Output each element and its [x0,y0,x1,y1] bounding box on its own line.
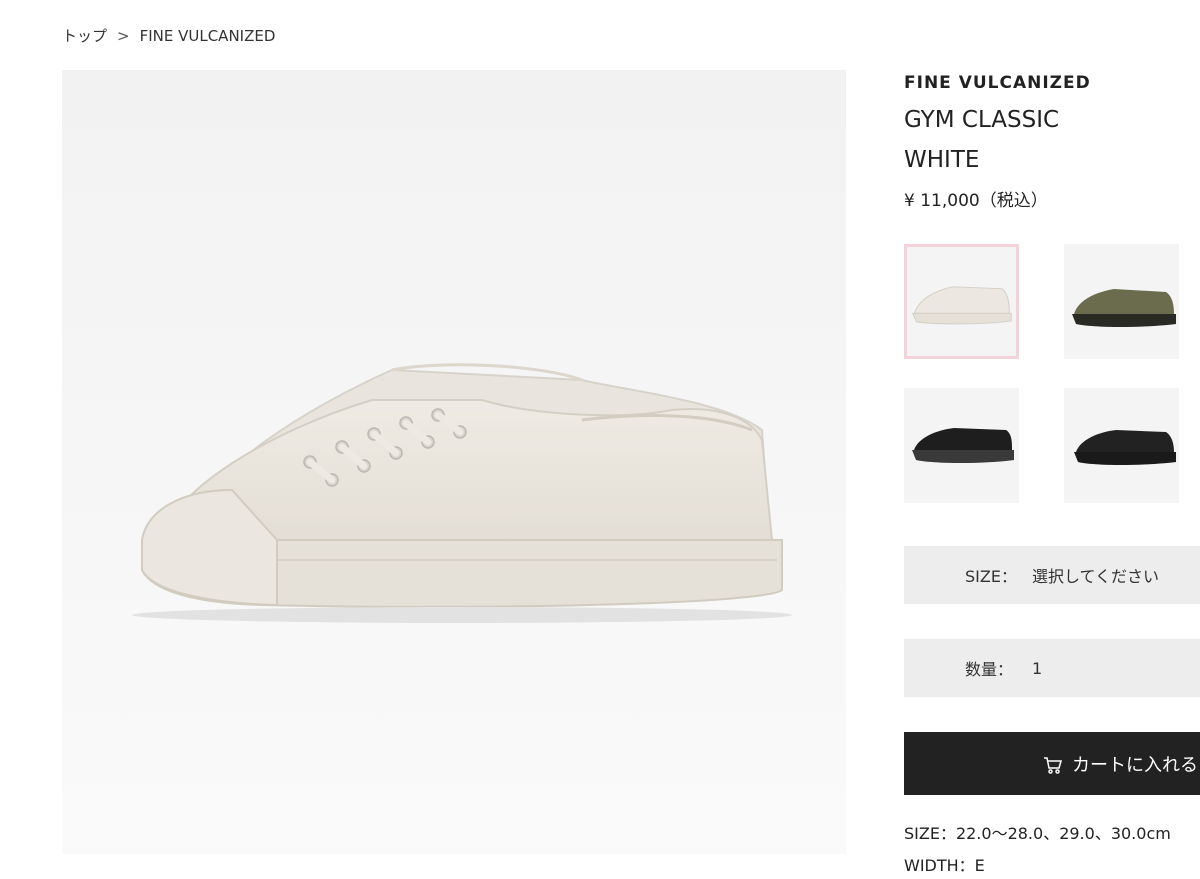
variant-thumb-black-white-sole[interactable] [904,388,1019,503]
breadcrumb-current: FINE VULCANIZED [139,26,276,45]
add-to-cart-button[interactable]: カートに入れる [904,732,1200,795]
product-color: WHITE [904,147,980,173]
spec-width: WIDTH：E [904,856,985,875]
quantity-select-label: 数量： [965,660,1014,679]
product-brand: FINE VULCANIZED [904,73,1091,93]
quantity-select[interactable]: 数量： 1 [904,639,1200,697]
cart-icon [1043,755,1063,775]
add-to-cart-label: カートに入れる [1072,755,1198,776]
spec-size: SIZE：22.0〜28.0、29.0、30.0cm [904,824,1171,843]
product-info: FINE VULCANIZED GYM CLASSIC WHITE ¥ 11,0… [904,70,1200,211]
product-name: GYM CLASSIC [904,107,1060,133]
breadcrumb: トップ > FINE VULCANIZED [62,25,275,46]
breadcrumb-home-link[interactable]: トップ [62,25,107,46]
variant-thumb-black[interactable] [1064,388,1179,503]
variant-thumb-olive[interactable] [1064,244,1179,359]
variant-thumb-white[interactable] [904,244,1019,359]
size-select-value: 選択してください [1032,567,1160,586]
product-main-image[interactable] [62,70,846,854]
size-select[interactable]: SIZE： 選択してください [904,546,1200,604]
quantity-select-value: 1 [1032,658,1043,678]
breadcrumb-separator: > [117,26,130,45]
product-price: ¥ 11,000（税込） [904,191,1048,211]
size-select-label: SIZE： [965,567,1017,586]
